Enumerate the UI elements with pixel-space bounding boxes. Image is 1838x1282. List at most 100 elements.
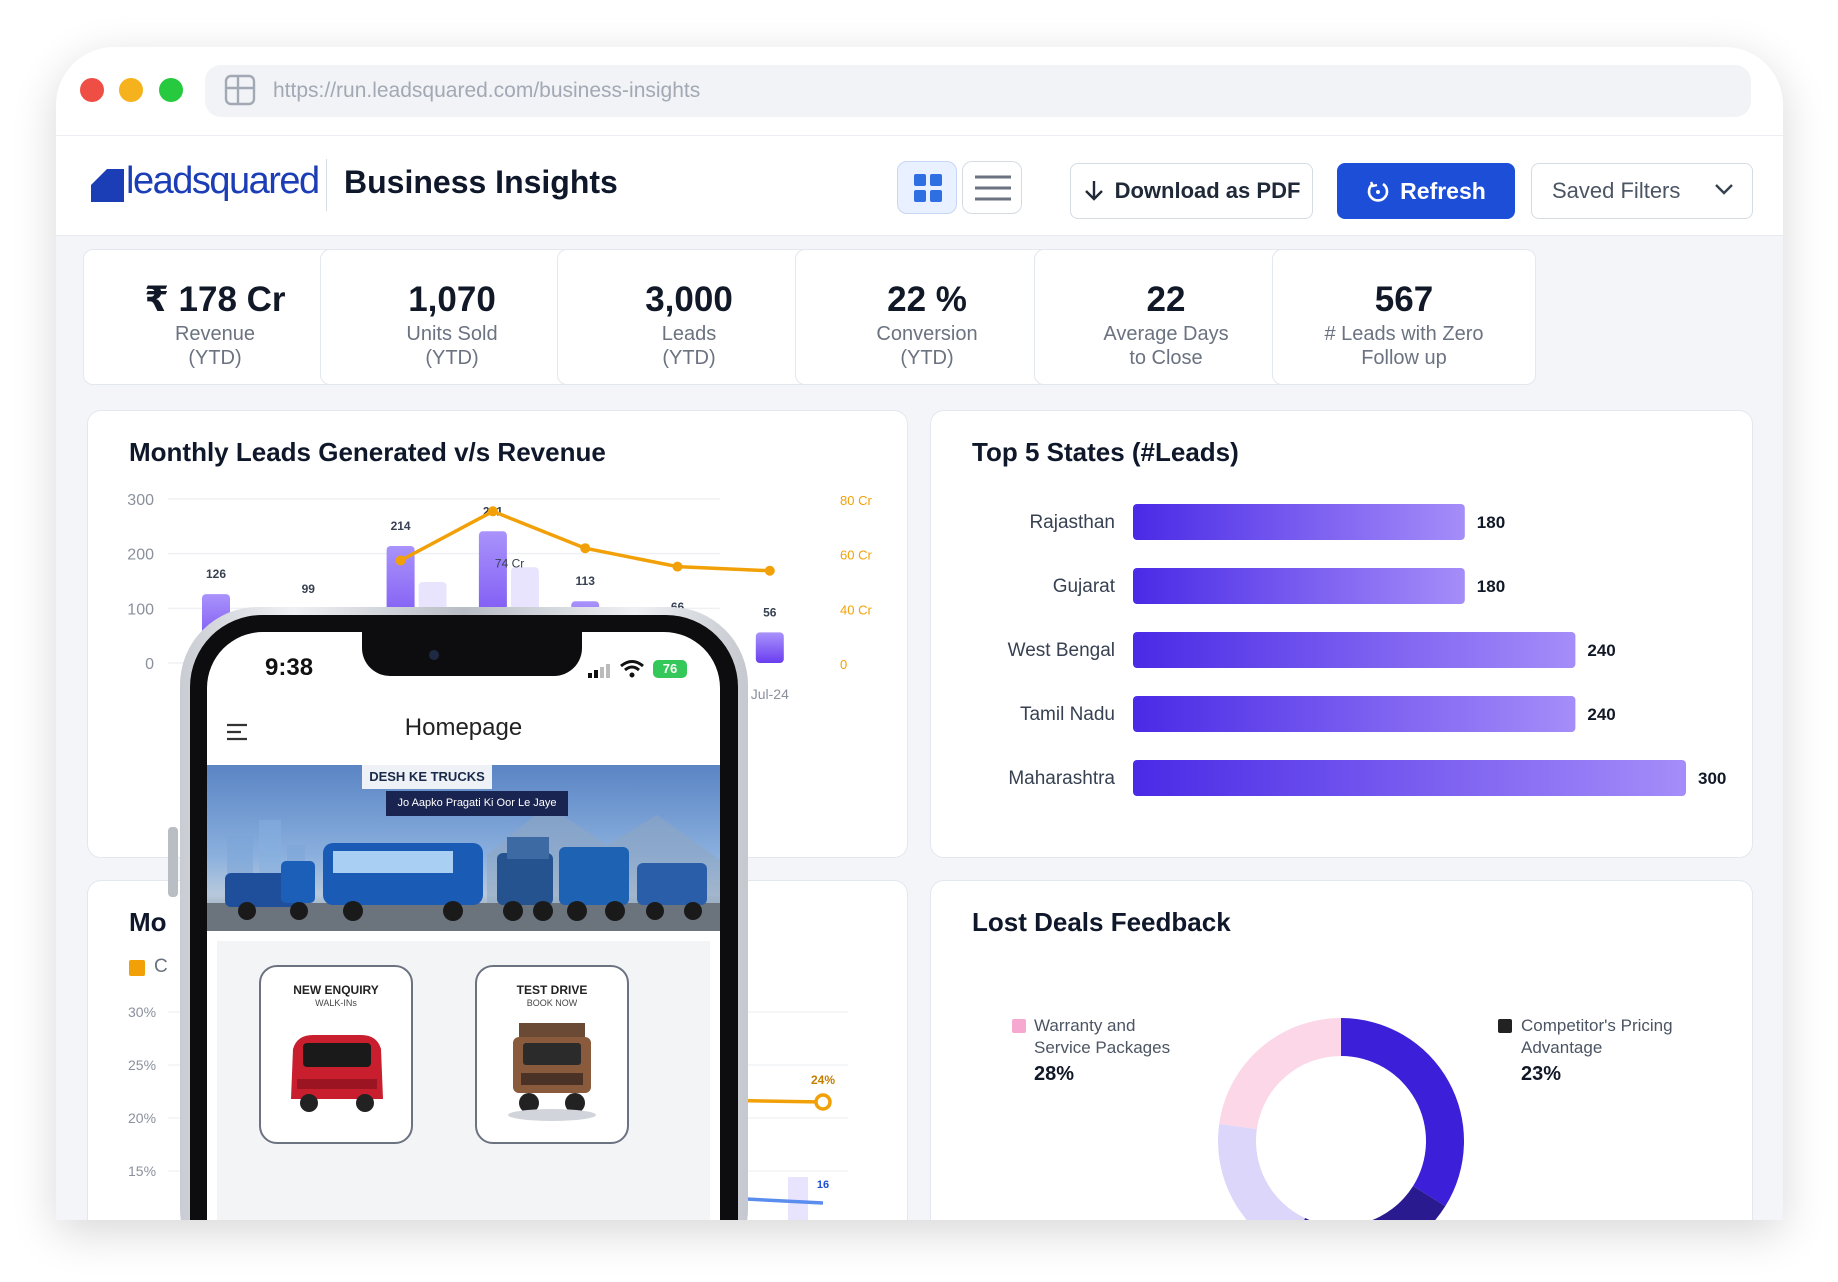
bar-data-label: 113	[576, 574, 596, 588]
grid-view-button[interactable]	[897, 161, 957, 214]
revenue-point	[764, 565, 775, 576]
legend-pct-warranty: 28%	[1034, 1063, 1075, 1085]
list-icon	[975, 175, 1011, 201]
kpi-label: Units Sold (YTD)	[406, 323, 498, 369]
state-bar	[1133, 760, 1686, 796]
refresh-label: Refresh	[1400, 177, 1486, 204]
kpi-card: 1,070 Units Sold (YTD)	[320, 249, 584, 385]
y-axis-tick-label: 200	[127, 547, 154, 564]
revenue-data-label: 74 Cr	[495, 556, 524, 570]
donut-segment	[1219, 1018, 1341, 1130]
saved-filters-dropdown[interactable]: Saved Filters	[1531, 163, 1753, 219]
phone-mockup: 9:38 76 Homepage DESH KE TRUCKS Jo Aapko…	[168, 607, 748, 1220]
close-window-button[interactable]	[80, 78, 104, 102]
bus-icon	[291, 1035, 383, 1112]
banner-subtitle: Jo Aapko Pragati Ki Oor Le Jaye	[386, 791, 568, 816]
legend-label-competitor: Competitor's Pricing Advantage	[1521, 1016, 1673, 1057]
state-bar-value-label: 300	[1698, 769, 1726, 788]
app-header: leadsquared Business Insights Download a…	[56, 136, 1783, 236]
refresh-button[interactable]: Refresh	[1337, 163, 1515, 219]
tab-layout-icon	[224, 74, 256, 106]
state-label: Tamil Nadu	[1020, 704, 1115, 725]
browser-window: https://run.leadsquared.com/business-ins…	[56, 47, 1783, 1220]
legend-pct-competitor: 23%	[1521, 1063, 1562, 1085]
state-bar	[1133, 568, 1465, 604]
kpi-value: 1,070	[408, 280, 496, 319]
download-pdf-label: Download as PDF	[1114, 178, 1301, 203]
download-pdf-button[interactable]: Download as PDF	[1070, 163, 1313, 219]
new-enquiry-tile[interactable]: NEW ENQUIRY WALK-INs	[259, 965, 413, 1144]
revenue-point	[395, 555, 406, 566]
test-drive-tile[interactable]: TEST DRIVE BOOK NOW	[475, 965, 629, 1144]
state-label: Maharashtra	[1008, 768, 1115, 789]
y2-axis-tick-label: 0	[840, 657, 847, 672]
state-bar-value-label: 180	[1477, 513, 1505, 532]
state-label: Rajasthan	[1029, 512, 1115, 533]
new-enquiry-title: NEW ENQUIRY	[293, 983, 379, 997]
browser-titlebar: https://run.leadsquared.com/business-ins…	[56, 47, 1783, 136]
conversion-point	[814, 1093, 832, 1111]
chevron-down-icon	[1715, 184, 1733, 195]
kpi-card: 3,000 Leads (YTD)	[557, 249, 821, 385]
legend-swatch-warranty	[1012, 1019, 1026, 1033]
maximize-window-button[interactable]	[159, 78, 183, 102]
signal-icon	[588, 664, 610, 678]
conversion-data-label: 24%	[811, 1073, 835, 1087]
bar-data-label: 126	[206, 567, 226, 581]
state-label: West Bengal	[1008, 640, 1115, 661]
kpi-label: Conversion (YTD)	[876, 323, 978, 369]
front-camera-icon	[429, 650, 439, 660]
address-bar[interactable]: https://run.leadsquared.com/business-ins…	[205, 65, 1751, 117]
y-axis-tick-label: 20%	[128, 1110, 156, 1126]
battery-icon: 76	[653, 660, 687, 678]
phone-time: 9:38	[265, 654, 314, 681]
y-axis-tick-label: 15%	[128, 1163, 156, 1179]
state-label: Gujarat	[1053, 576, 1116, 597]
grid-icon	[914, 174, 942, 202]
kpi-label: # Leads with Zero Follow up	[1324, 323, 1484, 369]
list-view-button[interactable]	[962, 161, 1022, 214]
revenue-point	[672, 561, 683, 572]
y-axis-tick-label: 25%	[128, 1057, 156, 1073]
logo-text: leadsquared	[126, 160, 320, 202]
download-icon	[1084, 181, 1103, 201]
phone-side-button	[168, 827, 178, 897]
state-bar	[1133, 632, 1576, 668]
kpi-label: Revenue (YTD)	[174, 323, 256, 369]
y-axis-tick-label: 0	[145, 656, 154, 673]
revenue-line	[399, 509, 770, 573]
revenue-point	[487, 506, 498, 517]
kpi-card: ₹ 178 Cr Revenue (YTD)	[83, 249, 347, 385]
state-bar-value-label: 240	[1587, 705, 1615, 724]
y2-axis-tick-label: 60 Cr	[840, 548, 872, 563]
lost-deals-card: Lost Deals Feedback Warranty and Service…	[930, 880, 1753, 1220]
bar-data-label: 214	[391, 519, 411, 533]
kpi-value: 3,000	[645, 280, 733, 319]
saved-filters-label: Saved Filters	[1552, 178, 1681, 203]
secondary-data-label: 16	[817, 1179, 829, 1191]
leads-bar	[755, 632, 784, 663]
phone-notch	[362, 632, 582, 676]
donut-segment	[1341, 1018, 1464, 1207]
revenue-point	[580, 543, 591, 554]
legend-label-warranty: Warranty and Service Packages	[1034, 1016, 1171, 1057]
bar-data-label: 99	[302, 582, 316, 596]
kpi-card: 22 % Conversion (YTD)	[795, 249, 1059, 385]
phone-screen-title: Homepage	[404, 714, 523, 741]
header-divider	[326, 159, 327, 211]
test-drive-subtitle: BOOK NOW	[526, 998, 578, 1008]
promo-banner[interactable]: DESH KE TRUCKS Jo Aapko Pragati Ki Oor L…	[207, 765, 720, 931]
kpi-value: 22	[1146, 280, 1186, 319]
minimize-window-button[interactable]	[119, 78, 143, 102]
truck-icon	[508, 1023, 596, 1121]
kpi-value: ₹ 178 Cr	[144, 280, 286, 319]
top-states-card: Top 5 States (#Leads) Rajasthan 180 Gujara…	[930, 410, 1753, 858]
refresh-icon	[1367, 181, 1389, 202]
test-drive-title: TEST DRIVE	[516, 983, 588, 997]
phone-screen: 9:38 76 Homepage DESH KE TRUCKS Jo Aapko…	[207, 632, 720, 1220]
bar-data-label: 56	[763, 605, 777, 619]
state-bar	[1133, 504, 1465, 540]
state-bar	[1133, 696, 1576, 732]
kpi-card: 567 # Leads with Zero Follow up	[1272, 249, 1536, 385]
leadsquared-logo-icon	[91, 169, 124, 202]
